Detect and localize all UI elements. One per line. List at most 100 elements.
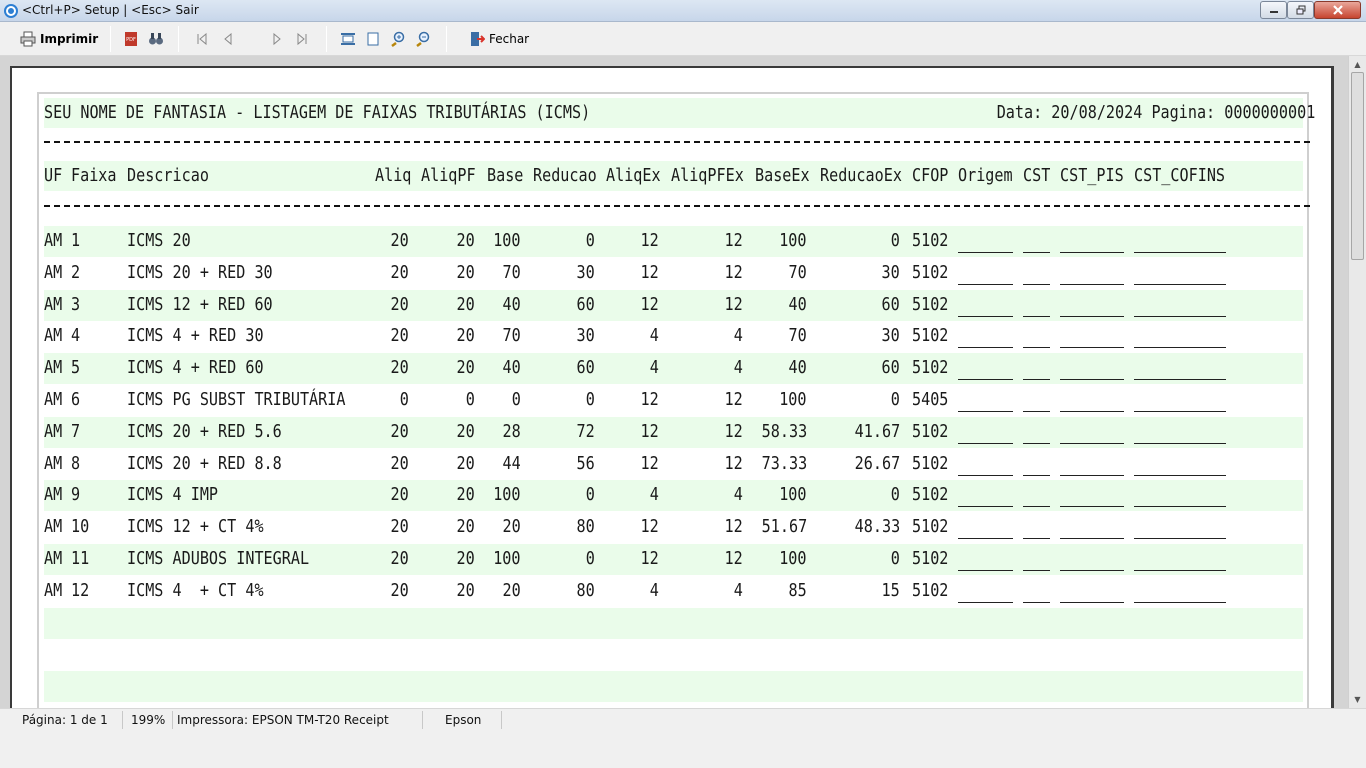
whole-page-button[interactable] xyxy=(366,28,380,50)
previous-page-button[interactable] xyxy=(221,28,235,50)
table-cell: AM xyxy=(44,548,63,569)
column-header: Faixa xyxy=(71,165,117,186)
find-button[interactable] xyxy=(148,28,164,50)
table-cell: 5 xyxy=(71,357,81,379)
column-header: CST xyxy=(1023,165,1051,186)
table-cell: 2 xyxy=(71,261,81,283)
table-cell: 12 xyxy=(724,293,743,315)
table-cell: ICMS 4 + RED 30 xyxy=(127,325,264,347)
status-printer: Impressora: EPSON TM-T20 Receipt xyxy=(172,711,422,729)
table-cell: 5102 xyxy=(912,484,949,506)
table-cell: 0 xyxy=(890,548,900,569)
table-cell: 20 xyxy=(390,548,409,569)
table-cell: 60 xyxy=(881,357,900,379)
table-cell: 20 xyxy=(390,452,409,474)
blank-field xyxy=(1060,347,1124,349)
table-cell: 80 xyxy=(576,579,595,601)
blank-field xyxy=(1134,379,1226,381)
blank-field xyxy=(1134,506,1226,508)
page-width-button[interactable] xyxy=(340,28,356,50)
table-cell: 20 xyxy=(390,293,409,315)
table-cell: 6 xyxy=(71,389,81,410)
scroll-down-icon[interactable]: ▼ xyxy=(1349,691,1366,708)
table-cell: 12 xyxy=(640,293,659,315)
status-zoom: 199% xyxy=(122,711,172,729)
table-cell: 12 xyxy=(724,452,743,474)
pdf-button[interactable]: PDF xyxy=(123,28,139,50)
close-window-button[interactable] xyxy=(1314,1,1361,19)
blank-field xyxy=(1134,315,1226,317)
blank-field xyxy=(958,570,1013,571)
table-cell: ICMS 20 + RED 8.8 xyxy=(127,452,282,474)
blank-field xyxy=(1060,506,1124,508)
table-cell: 20 xyxy=(390,516,409,538)
table-cell: 5102 xyxy=(912,548,949,569)
window-title: <Ctrl+P> Setup | <Esc> Sair xyxy=(22,3,199,17)
table-cell: 12 xyxy=(724,230,743,251)
blank-field xyxy=(1060,474,1124,476)
table-cell: 12 xyxy=(724,389,743,410)
next-page-button[interactable] xyxy=(270,28,284,50)
table-cell: 41.67 xyxy=(854,420,900,442)
table-cell: 30 xyxy=(576,261,595,283)
toolbar-separator xyxy=(446,26,447,52)
scroll-up-icon[interactable]: ▲ xyxy=(1349,56,1366,73)
printer-icon xyxy=(20,31,36,47)
app-icon xyxy=(4,4,18,18)
table-cell: 0 xyxy=(585,484,595,506)
minimize-button[interactable] xyxy=(1260,1,1287,19)
vertical-scrollbar[interactable]: ▲ ▼ xyxy=(1348,56,1366,708)
zoom-in-icon xyxy=(391,31,405,47)
column-header: Reducao xyxy=(533,165,597,186)
table-cell: 4 xyxy=(649,484,659,506)
blank-field xyxy=(1060,442,1124,444)
blank-field xyxy=(958,315,1013,317)
column-header: CST_PIS xyxy=(1060,165,1124,186)
status-page: Página: 1 de 1 xyxy=(22,713,108,727)
column-header: Origem xyxy=(958,165,1013,186)
blank-field xyxy=(1134,474,1226,476)
table-cell: 5102 xyxy=(912,420,949,442)
exit-icon xyxy=(471,32,485,46)
table-cell: 9 xyxy=(71,484,81,506)
table-cell: ICMS 4 + RED 60 xyxy=(127,357,264,379)
table-cell: 5102 xyxy=(912,579,949,601)
table-cell: AM xyxy=(44,484,63,506)
scroll-thumb[interactable] xyxy=(1351,72,1364,260)
svg-text:PDF: PDF xyxy=(126,37,136,43)
maximize-button[interactable] xyxy=(1287,1,1314,19)
table-cell: 4 xyxy=(649,325,659,347)
table-cell: AM xyxy=(44,293,63,315)
close-report-label: Fechar xyxy=(489,32,530,46)
close-report-button[interactable]: Fechar xyxy=(469,28,529,50)
table-cell: 20 xyxy=(456,548,475,569)
last-page-button[interactable] xyxy=(295,28,309,50)
table-cell: 28 xyxy=(502,420,521,442)
table-cell: 100 xyxy=(779,230,807,251)
table-cell: 20 xyxy=(456,230,475,251)
print-button[interactable]: Imprimir xyxy=(20,28,98,50)
table-cell: AM xyxy=(44,261,63,283)
first-page-button[interactable] xyxy=(195,28,209,50)
table-cell: 100 xyxy=(779,548,807,569)
table-cell: 5102 xyxy=(912,261,949,283)
zoom-in-button[interactable] xyxy=(390,28,406,50)
blank-field xyxy=(1023,252,1050,253)
toolbar: Imprimir PDF Fechar xyxy=(0,22,1366,56)
table-cell: 60 xyxy=(881,293,900,315)
blank-field xyxy=(958,442,1013,444)
table-cell: 40 xyxy=(788,357,807,379)
table-cell: 72 xyxy=(576,420,595,442)
table-cell: 20 xyxy=(502,516,521,538)
zoom-out-button[interactable] xyxy=(415,28,431,50)
table-cell: 100 xyxy=(779,484,807,506)
report-preview-area[interactable]: SEU NOME DE FANTASIA - LISTAGEM DE FAIXA… xyxy=(0,56,1348,708)
last-page-icon xyxy=(297,32,307,46)
blank-field xyxy=(1060,379,1124,381)
restore-icon xyxy=(1296,5,1305,15)
table-cell: 11 xyxy=(71,548,90,569)
table-cell: 100 xyxy=(493,230,521,251)
blank-field xyxy=(1134,538,1226,540)
blank-field xyxy=(1060,601,1124,603)
column-header: UF xyxy=(44,165,63,186)
